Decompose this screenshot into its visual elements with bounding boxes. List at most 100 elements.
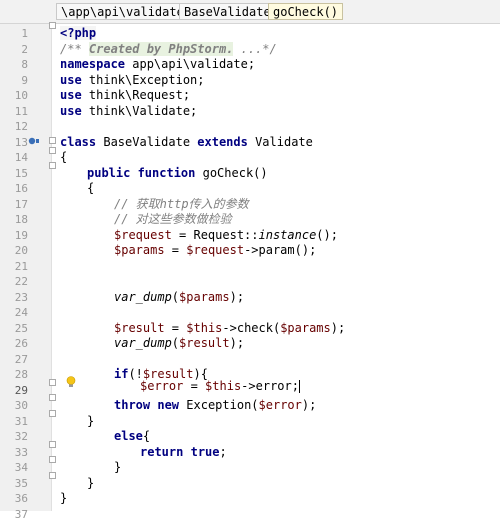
use-path: think\Request; xyxy=(82,88,190,102)
variable: $request xyxy=(186,243,244,257)
line-number: 11 xyxy=(0,104,28,120)
keyword: namespace xyxy=(60,57,125,71)
code-text: ( xyxy=(172,336,179,350)
line-number: 31 xyxy=(0,414,28,430)
keyword: if xyxy=(114,367,128,381)
fold-marker-icon[interactable] xyxy=(49,394,56,401)
code-text: = xyxy=(165,321,187,335)
fold-marker-icon[interactable] xyxy=(49,22,56,29)
code-line-18: // 对这些参数做检验 xyxy=(114,212,232,228)
keyword: return xyxy=(140,445,183,459)
code-line-35: } xyxy=(87,476,94,492)
variable: $result xyxy=(179,336,230,350)
fold-marker-icon[interactable] xyxy=(49,137,56,144)
doc-comment-start: /** xyxy=(60,42,89,56)
code-line-15: public function goCheck() xyxy=(87,166,268,182)
keyword: public function xyxy=(87,166,195,180)
line-number: 23 xyxy=(0,290,28,306)
code-text: = xyxy=(165,243,187,257)
line-number: 28 xyxy=(0,367,28,383)
code-line-13: class BaseValidate extends Validate xyxy=(60,135,313,151)
line-number: 17 xyxy=(0,197,28,213)
line-number: 12 xyxy=(0,119,28,135)
keyword: throw xyxy=(114,398,150,412)
code-line-23: var_dump($params); xyxy=(114,290,244,306)
fold-marker-icon[interactable] xyxy=(49,472,56,479)
breadcrumb-method[interactable]: goCheck() xyxy=(268,3,343,20)
code-text: ); xyxy=(302,398,316,412)
code-line-17: // 获取http传入的参数 xyxy=(114,197,249,213)
keyword: use xyxy=(60,104,82,118)
line-number: 18 xyxy=(0,212,28,228)
text-caret xyxy=(299,380,300,393)
line-number: 20 xyxy=(0,243,28,259)
code-text: ; xyxy=(220,445,227,459)
code-editor[interactable]: <?php /** Created by PhpStorm. ...*/ nam… xyxy=(52,24,500,511)
keyword: new xyxy=(157,398,179,412)
breadcrumb: \app\api\validate BaseValidate goCheck() xyxy=(0,0,500,24)
variable: $params xyxy=(179,290,230,304)
doc-comment-collapsed[interactable]: Created by PhpStorm. xyxy=(89,42,234,56)
fold-marker-icon[interactable] xyxy=(49,379,56,386)
code-line-29[interactable]: $error = $this->error; xyxy=(140,379,300,395)
line-number: 19 xyxy=(0,228,28,244)
method-name: goCheck() xyxy=(195,166,267,180)
code-text: Exception( xyxy=(179,398,258,412)
fold-marker-icon[interactable] xyxy=(49,410,56,417)
line-number: 16 xyxy=(0,181,28,197)
line-number: 25 xyxy=(0,321,28,337)
code-text xyxy=(183,445,190,459)
line-number: 22 xyxy=(0,274,28,290)
code-line-36: } xyxy=(60,491,67,507)
variable: $error xyxy=(259,398,302,412)
keyword: true xyxy=(191,445,220,459)
code-line-11: use think\Validate; xyxy=(60,104,197,120)
code-line-33: return true; xyxy=(140,445,227,461)
code-line-19: $request = Request::instance(); xyxy=(114,228,338,244)
breadcrumb-class[interactable]: BaseValidate xyxy=(179,3,276,20)
code-line-2[interactable]: /** Created by PhpStorm. ...*/ xyxy=(60,42,277,58)
code-text: { xyxy=(143,429,150,443)
breadcrumb-namespace[interactable]: \app\api\validate xyxy=(56,3,189,20)
static-call: instance xyxy=(259,228,317,242)
line-number: 8 xyxy=(0,57,28,73)
line-number: 24 xyxy=(0,305,28,321)
code-text: = Request:: xyxy=(172,228,259,242)
line-number-gutter: 1289101112131415161718192021222324252627… xyxy=(0,24,52,511)
keyword: extends xyxy=(197,135,248,149)
line-number: 2 xyxy=(0,42,28,58)
variable: $this xyxy=(205,379,241,393)
line-number: 32 xyxy=(0,429,28,445)
code-line-8: namespace app\api\validate; xyxy=(60,57,255,73)
code-line-30: throw new Exception($error); xyxy=(114,398,316,414)
line-number: 27 xyxy=(0,352,28,368)
fold-marker-icon[interactable] xyxy=(49,147,56,154)
line-number: 14 xyxy=(0,150,28,166)
code-line-26: var_dump($result); xyxy=(114,336,244,352)
keyword: class xyxy=(60,135,96,149)
keyword: use xyxy=(60,73,82,87)
use-path: think\Exception; xyxy=(82,73,205,87)
fold-marker-icon[interactable] xyxy=(49,441,56,448)
line-number: 29 xyxy=(0,383,28,399)
fold-marker-icon[interactable] xyxy=(49,456,56,463)
lightbulb-icon[interactable] xyxy=(66,376,76,388)
line-number: 33 xyxy=(0,445,28,461)
code-text: ( xyxy=(172,290,179,304)
fold-marker-icon[interactable] xyxy=(49,162,56,169)
keyword: use xyxy=(60,88,82,102)
function-call: var_dump xyxy=(114,290,172,304)
code-line-31: } xyxy=(87,414,94,430)
code-text: (); xyxy=(316,228,338,242)
variable: $params xyxy=(114,243,165,257)
code-text: ->error; xyxy=(241,379,299,393)
line-number: 36 xyxy=(0,491,28,507)
line-number: 9 xyxy=(0,73,28,89)
code-text: = xyxy=(183,379,205,393)
class-name: BaseValidate xyxy=(96,135,197,149)
code-text: ); xyxy=(331,321,345,335)
debug-class-icon[interactable] xyxy=(28,136,40,146)
php-open-tag: <?php xyxy=(60,26,96,40)
variable: $request xyxy=(114,228,172,242)
doc-comment-end: ...*/ xyxy=(233,42,276,56)
